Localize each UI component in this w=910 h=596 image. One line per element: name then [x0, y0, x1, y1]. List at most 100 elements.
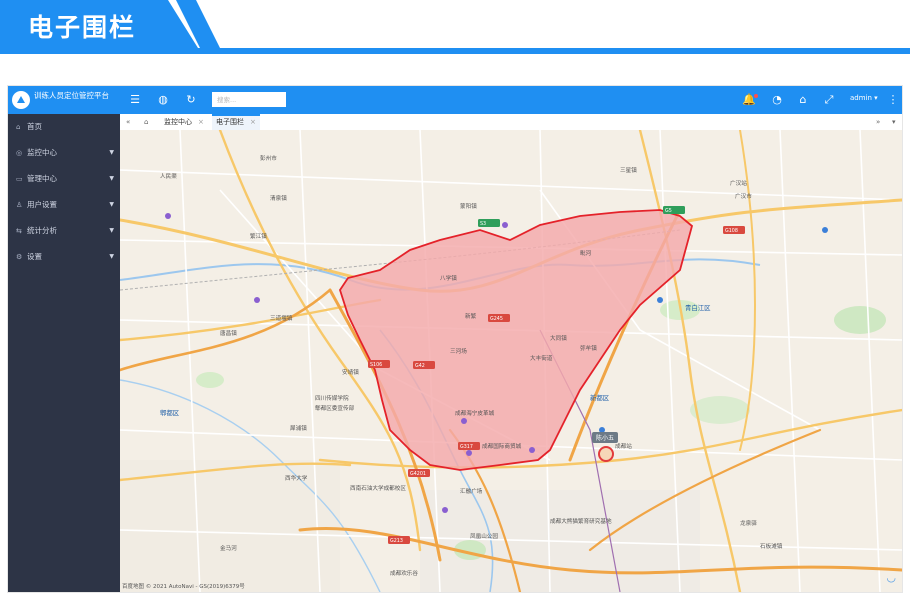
route-shield: G213 [388, 536, 410, 544]
route-shield-label: G4201 [410, 471, 426, 477]
map-place-label: 蒙阳镇 [460, 202, 477, 210]
map-place-label: 繁江镇 [250, 232, 267, 240]
map-place-label: 龙泉驿 [740, 519, 757, 527]
map-place-label: 三星镇 [620, 166, 637, 174]
sidebar-item[interactable]: ⚙ 设置 ▼ [8, 244, 120, 270]
route-shield: S106 [368, 360, 390, 368]
map-attribution: 百度地图 © 2021 AutoNavi - GS(2019)6379号 [122, 584, 245, 590]
map-place-label: 西南石油大学成都校区 [350, 484, 406, 492]
map-place-label: 安靖镇 [342, 368, 359, 376]
route-shield: G4201 [408, 469, 430, 477]
app-window: 训练人员定位管控平台 ⌂ 首页 ◎ 监控中心 ▼ ▭ 管理中心 ▼ ♙ 用户设置 ▼ ⇆ 统计分析 ▼ ⚙ 设… [8, 86, 902, 592]
route-shield: G108 [723, 226, 745, 234]
tabs-scroll-left-icon[interactable]: « [122, 114, 134, 130]
sidebar-item-icon: ⚙ [16, 253, 23, 261]
map-canvas[interactable]: 人民渠 彭州市 繁江镇 蒙阳镇 三星镇 八学镇 新都区 大丰街道 三河场 新繁 青白江区 广汉市 广汉站… [120, 130, 902, 592]
person-name-label: 陈小五 [592, 432, 619, 443]
map-place-label: 唐昌镇 [220, 329, 237, 337]
eye-icon[interactable]: ◡ [886, 571, 896, 584]
close-icon[interactable]: × [250, 118, 256, 126]
map-place-label: 成都海宁皮革城 [455, 409, 495, 417]
brand-logo-icon [12, 91, 30, 109]
map-place-label: 新都区 [590, 393, 610, 402]
fullscreen-icon[interactable]: ⤢ [822, 93, 836, 107]
sidebar-item-label: 设置 [27, 252, 42, 261]
close-icon[interactable]: × [198, 118, 204, 126]
sidebar-item-icon: ◎ [16, 149, 23, 157]
globe-icon[interactable]: ◍ [156, 93, 170, 107]
tag-icon[interactable]: ⌂ [796, 93, 810, 107]
tabs-menu-icon[interactable]: ▾ [888, 114, 900, 130]
sidebar-item[interactable]: ♙ 用户设置 ▼ [8, 192, 120, 218]
route-shield-label: G317 [460, 444, 473, 450]
sidebar-item-label: 首页 [27, 122, 42, 131]
tab-label: 监控中心 [164, 118, 192, 126]
sidebar-item[interactable]: ⌂ 首页 [8, 114, 120, 140]
dashboard-icon[interactable]: ◔ [770, 93, 784, 107]
sidebar-item-icon: ⇆ [16, 227, 22, 235]
map-place-label: 成都大熊猫繁育研究基地 [550, 517, 612, 525]
refresh-icon[interactable]: ↻ [184, 93, 198, 107]
sidebar-item-label: 管理中心 [27, 174, 57, 183]
route-shield: G5 [663, 206, 685, 214]
tab-electronic-fence[interactable]: 电子围栏 × [212, 114, 260, 130]
route-shield-label: G108 [725, 228, 738, 234]
sidebar-menu: ⌂ 首页 ◎ 监控中心 ▼ ▭ 管理中心 ▼ ♙ 用户设置 ▼ ⇆ 统计分析 ▼ ⚙ 设置 ▼ [8, 114, 120, 270]
route-shield-label: G5 [665, 208, 672, 214]
chevron-down-icon: ▼ [109, 175, 114, 182]
route-shield: G245 [488, 314, 510, 322]
map-place-label: 广汉市 [735, 192, 752, 200]
sidebar-item[interactable]: ⇆ 统计分析 ▼ [8, 218, 120, 244]
map-place-label: 毗河 [580, 249, 592, 257]
map-place-label: 三河场 [450, 347, 467, 355]
sidebar: 训练人员定位管控平台 ⌂ 首页 ◎ 监控中心 ▼ ▭ 管理中心 ▼ ♙ 用户设置 ▼ ⇆ 统计分析 ▼ ⚙ 设… [8, 86, 120, 592]
chevron-down-icon: ▼ [109, 201, 114, 208]
map-place-label: 广汉站 [730, 179, 747, 187]
map-place-label: 成都欢乐谷 [390, 569, 418, 577]
route-shield-label: S3 [480, 221, 486, 227]
map-place-label: 清泉镇 [270, 194, 287, 202]
person-location-marker[interactable] [598, 446, 614, 462]
map-place-label: 郫都区委宣传部 [315, 404, 355, 412]
more-icon[interactable]: ⋮ [886, 93, 900, 107]
map-place-label: 犀浦镇 [290, 424, 307, 432]
tab-bar: « ⌂ 监控中心 × 电子围栏 × » ▾ [120, 114, 902, 131]
map-place-label: 人民渠 [160, 172, 177, 180]
map-place-label: 成都站 [615, 442, 632, 450]
map-place-label: 青白江区 [685, 303, 711, 312]
tab-label: 电子围栏 [216, 118, 244, 126]
tabs-scroll-right-icon[interactable]: » [872, 114, 884, 130]
route-shield: G317 [458, 442, 480, 450]
map-place-label: 新繁 [465, 312, 477, 320]
tab-monitor-center[interactable]: 监控中心 × [160, 114, 208, 130]
route-shield: G42 [413, 361, 435, 369]
sidebar-item-label: 监控中心 [27, 148, 57, 157]
map-place-label: 彭州市 [260, 154, 277, 162]
notification-dot [754, 94, 758, 98]
map-place-label: 石板滩镇 [760, 542, 783, 550]
map-place-label: 凤凰山公园 [470, 532, 498, 540]
map-place-label: 三道堰镇 [270, 314, 293, 322]
map-place-label: 弥牟镇 [580, 344, 597, 352]
menu-toggle-icon[interactable]: ☰ [128, 93, 142, 107]
page-banner [0, 0, 910, 54]
sidebar-item-icon: ▭ [16, 175, 23, 183]
sidebar-item[interactable]: ▭ 管理中心 ▼ [8, 166, 120, 192]
sidebar-item[interactable]: ◎ 监控中心 ▼ [8, 140, 120, 166]
chevron-down-icon: ▼ [109, 253, 114, 260]
chevron-down-icon: ▼ [109, 227, 114, 234]
route-shield-label: G213 [390, 538, 403, 544]
search-input[interactable] [212, 92, 286, 107]
user-menu[interactable]: admin ▾ [850, 94, 878, 102]
map-svg: 人民渠 彭州市繁江镇 蒙阳镇 三星镇八学镇新都区 大丰街道 三河场 新繁 青白江区 广汉市 广汉站… [120, 130, 902, 592]
map-place-label: 汇融广场 [460, 487, 483, 495]
route-shield-label: G245 [490, 316, 503, 322]
route-shield-label: G42 [415, 363, 425, 369]
map-place-label: 成都国际商贸城 [482, 442, 522, 450]
sidebar-item-icon: ♙ [16, 201, 23, 209]
top-bar: ☰ ◍ ↻ 🔔 ◔ ⌂ ⤢ admin ▾ ⋮ [120, 86, 902, 114]
sidebar-item-icon: ⌂ [16, 123, 21, 131]
brand-logo: 训练人员定位管控平台 [8, 86, 120, 114]
home-tab-icon[interactable]: ⌂ [140, 114, 152, 130]
map-place-label: 八学镇 [440, 274, 457, 282]
